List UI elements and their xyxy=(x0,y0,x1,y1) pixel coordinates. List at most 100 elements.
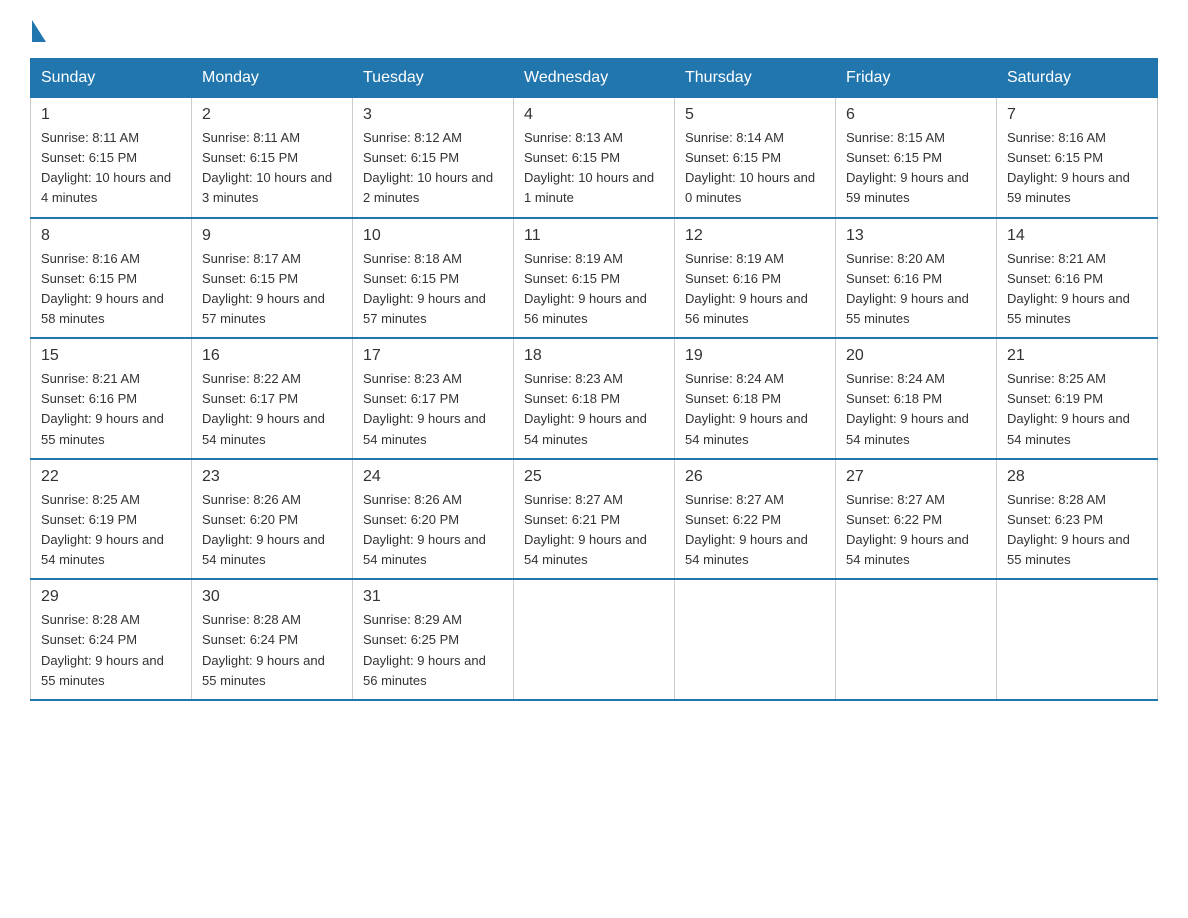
daylight-label: Daylight: 9 hours and 54 minutes xyxy=(1007,411,1130,446)
sunrise-label: Sunrise: 8:23 AM xyxy=(363,371,462,386)
sunrise-label: Sunrise: 8:22 AM xyxy=(202,371,301,386)
daylight-label: Daylight: 9 hours and 56 minutes xyxy=(524,291,647,326)
logo xyxy=(30,20,46,38)
col-header-tuesday: Tuesday xyxy=(353,59,514,98)
sunset-label: Sunset: 6:15 PM xyxy=(524,150,620,165)
day-info: Sunrise: 8:23 AM Sunset: 6:17 PM Dayligh… xyxy=(363,369,503,450)
day-number: 8 xyxy=(41,227,181,245)
col-header-monday: Monday xyxy=(192,59,353,98)
sunset-label: Sunset: 6:15 PM xyxy=(202,271,298,286)
day-number: 25 xyxy=(524,468,664,486)
day-cell-11: 11 Sunrise: 8:19 AM Sunset: 6:15 PM Dayl… xyxy=(514,218,675,339)
day-info: Sunrise: 8:18 AM Sunset: 6:15 PM Dayligh… xyxy=(363,249,503,330)
daylight-label: Daylight: 9 hours and 55 minutes xyxy=(41,653,164,688)
day-cell-20: 20 Sunrise: 8:24 AM Sunset: 6:18 PM Dayl… xyxy=(836,338,997,459)
day-number: 12 xyxy=(685,227,825,245)
sunset-label: Sunset: 6:20 PM xyxy=(202,512,298,527)
day-info: Sunrise: 8:15 AM Sunset: 6:15 PM Dayligh… xyxy=(846,128,986,209)
sunset-label: Sunset: 6:15 PM xyxy=(846,150,942,165)
day-info: Sunrise: 8:27 AM Sunset: 6:22 PM Dayligh… xyxy=(846,490,986,571)
sunrise-label: Sunrise: 8:28 AM xyxy=(1007,492,1106,507)
sunrise-label: Sunrise: 8:11 AM xyxy=(41,130,139,145)
day-info: Sunrise: 8:26 AM Sunset: 6:20 PM Dayligh… xyxy=(363,490,503,571)
day-info: Sunrise: 8:11 AM Sunset: 6:15 PM Dayligh… xyxy=(41,128,181,209)
sunrise-label: Sunrise: 8:27 AM xyxy=(846,492,945,507)
day-info: Sunrise: 8:16 AM Sunset: 6:15 PM Dayligh… xyxy=(41,249,181,330)
sunset-label: Sunset: 6:16 PM xyxy=(685,271,781,286)
sunrise-label: Sunrise: 8:25 AM xyxy=(41,492,140,507)
day-number: 26 xyxy=(685,468,825,486)
sunrise-label: Sunrise: 8:16 AM xyxy=(1007,130,1106,145)
day-cell-28: 28 Sunrise: 8:28 AM Sunset: 6:23 PM Dayl… xyxy=(997,459,1158,580)
sunrise-label: Sunrise: 8:24 AM xyxy=(685,371,784,386)
day-cell-8: 8 Sunrise: 8:16 AM Sunset: 6:15 PM Dayli… xyxy=(31,218,192,339)
daylight-label: Daylight: 9 hours and 54 minutes xyxy=(202,532,325,567)
sunset-label: Sunset: 6:15 PM xyxy=(685,150,781,165)
day-cell-6: 6 Sunrise: 8:15 AM Sunset: 6:15 PM Dayli… xyxy=(836,98,997,218)
daylight-label: Daylight: 9 hours and 54 minutes xyxy=(846,532,969,567)
day-info: Sunrise: 8:13 AM Sunset: 6:15 PM Dayligh… xyxy=(524,128,664,209)
sunset-label: Sunset: 6:22 PM xyxy=(685,512,781,527)
sunrise-label: Sunrise: 8:24 AM xyxy=(846,371,945,386)
day-info: Sunrise: 8:11 AM Sunset: 6:15 PM Dayligh… xyxy=(202,128,342,209)
sunrise-label: Sunrise: 8:21 AM xyxy=(41,371,140,386)
day-cell-5: 5 Sunrise: 8:14 AM Sunset: 6:15 PM Dayli… xyxy=(675,98,836,218)
sunset-label: Sunset: 6:16 PM xyxy=(1007,271,1103,286)
daylight-label: Daylight: 9 hours and 58 minutes xyxy=(41,291,164,326)
sunrise-label: Sunrise: 8:23 AM xyxy=(524,371,623,386)
empty-cell xyxy=(836,579,997,700)
sunset-label: Sunset: 6:20 PM xyxy=(363,512,459,527)
sunrise-label: Sunrise: 8:26 AM xyxy=(363,492,462,507)
sunrise-label: Sunrise: 8:12 AM xyxy=(363,130,462,145)
day-number: 5 xyxy=(685,106,825,124)
calendar-table: SundayMondayTuesdayWednesdayThursdayFrid… xyxy=(30,58,1158,701)
day-info: Sunrise: 8:19 AM Sunset: 6:16 PM Dayligh… xyxy=(685,249,825,330)
sunset-label: Sunset: 6:19 PM xyxy=(41,512,137,527)
day-cell-27: 27 Sunrise: 8:27 AM Sunset: 6:22 PM Dayl… xyxy=(836,459,997,580)
sunrise-label: Sunrise: 8:27 AM xyxy=(685,492,784,507)
days-header-row: SundayMondayTuesdayWednesdayThursdayFrid… xyxy=(31,59,1158,98)
col-header-thursday: Thursday xyxy=(675,59,836,98)
day-number: 16 xyxy=(202,347,342,365)
sunset-label: Sunset: 6:15 PM xyxy=(524,271,620,286)
sunset-label: Sunset: 6:24 PM xyxy=(41,632,137,647)
daylight-label: Daylight: 10 hours and 1 minute xyxy=(524,170,654,205)
day-info: Sunrise: 8:28 AM Sunset: 6:23 PM Dayligh… xyxy=(1007,490,1147,571)
day-info: Sunrise: 8:23 AM Sunset: 6:18 PM Dayligh… xyxy=(524,369,664,450)
day-number: 28 xyxy=(1007,468,1147,486)
day-cell-26: 26 Sunrise: 8:27 AM Sunset: 6:22 PM Dayl… xyxy=(675,459,836,580)
sunset-label: Sunset: 6:24 PM xyxy=(202,632,298,647)
sunset-label: Sunset: 6:19 PM xyxy=(1007,391,1103,406)
empty-cell xyxy=(514,579,675,700)
day-number: 4 xyxy=(524,106,664,124)
col-header-saturday: Saturday xyxy=(997,59,1158,98)
day-info: Sunrise: 8:22 AM Sunset: 6:17 PM Dayligh… xyxy=(202,369,342,450)
sunrise-label: Sunrise: 8:28 AM xyxy=(41,612,140,627)
daylight-label: Daylight: 10 hours and 2 minutes xyxy=(363,170,493,205)
week-row-3: 15 Sunrise: 8:21 AM Sunset: 6:16 PM Dayl… xyxy=(31,338,1158,459)
day-info: Sunrise: 8:12 AM Sunset: 6:15 PM Dayligh… xyxy=(363,128,503,209)
daylight-label: Daylight: 9 hours and 54 minutes xyxy=(846,411,969,446)
sunset-label: Sunset: 6:18 PM xyxy=(846,391,942,406)
day-number: 13 xyxy=(846,227,986,245)
daylight-label: Daylight: 9 hours and 54 minutes xyxy=(685,411,808,446)
sunset-label: Sunset: 6:16 PM xyxy=(846,271,942,286)
daylight-label: Daylight: 9 hours and 54 minutes xyxy=(41,532,164,567)
day-cell-29: 29 Sunrise: 8:28 AM Sunset: 6:24 PM Dayl… xyxy=(31,579,192,700)
week-row-4: 22 Sunrise: 8:25 AM Sunset: 6:19 PM Dayl… xyxy=(31,459,1158,580)
day-info: Sunrise: 8:27 AM Sunset: 6:22 PM Dayligh… xyxy=(685,490,825,571)
day-number: 15 xyxy=(41,347,181,365)
col-header-friday: Friday xyxy=(836,59,997,98)
day-cell-18: 18 Sunrise: 8:23 AM Sunset: 6:18 PM Dayl… xyxy=(514,338,675,459)
day-cell-22: 22 Sunrise: 8:25 AM Sunset: 6:19 PM Dayl… xyxy=(31,459,192,580)
sunrise-label: Sunrise: 8:28 AM xyxy=(202,612,301,627)
col-header-wednesday: Wednesday xyxy=(514,59,675,98)
daylight-label: Daylight: 9 hours and 54 minutes xyxy=(202,411,325,446)
day-cell-1: 1 Sunrise: 8:11 AM Sunset: 6:15 PM Dayli… xyxy=(31,98,192,218)
day-number: 18 xyxy=(524,347,664,365)
daylight-label: Daylight: 9 hours and 59 minutes xyxy=(846,170,969,205)
day-number: 20 xyxy=(846,347,986,365)
sunrise-label: Sunrise: 8:18 AM xyxy=(363,251,462,266)
day-info: Sunrise: 8:27 AM Sunset: 6:21 PM Dayligh… xyxy=(524,490,664,571)
daylight-label: Daylight: 9 hours and 57 minutes xyxy=(202,291,325,326)
